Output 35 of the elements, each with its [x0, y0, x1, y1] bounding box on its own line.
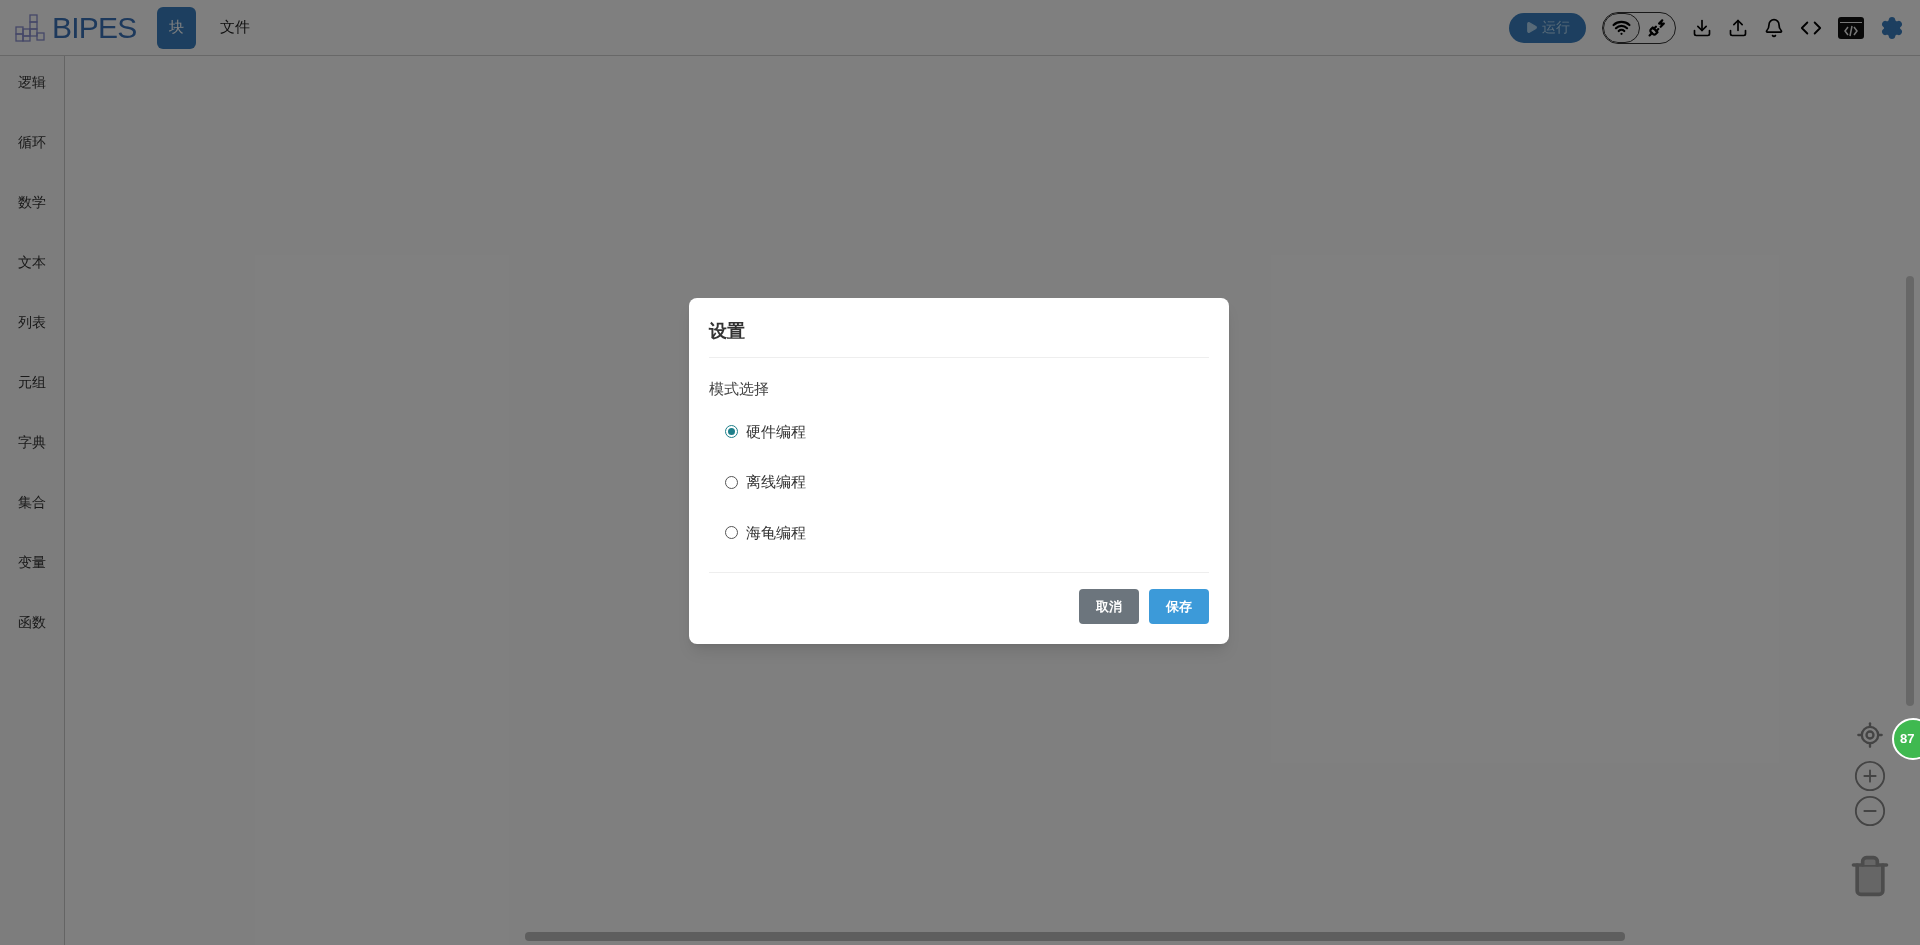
upload-icon[interactable] — [1728, 17, 1748, 38]
mode-radio-option[interactable]: 离线编程 — [725, 471, 806, 494]
dialog-button[interactable]: 取消 — [1079, 589, 1139, 624]
nav-tab[interactable]: 块 — [156, 6, 196, 49]
nav-tab[interactable]: 文件 — [207, 6, 262, 49]
category-item[interactable]: 逻辑 — [18, 70, 46, 94]
zoom-out-icon[interactable] — [1853, 794, 1887, 828]
wifi-toggle[interactable] — [1603, 12, 1640, 43]
category-item[interactable]: 变量 — [18, 550, 46, 574]
category-item[interactable]: 集合 — [18, 490, 46, 514]
category-item[interactable]: 文本 — [18, 250, 46, 274]
settings-icon[interactable] — [1880, 15, 1904, 40]
category-item[interactable]: 函数 — [18, 610, 46, 634]
dialog-title: 设置 — [709, 320, 746, 343]
recenter-icon[interactable] — [1856, 721, 1884, 749]
download-icon[interactable] — [1692, 17, 1712, 38]
category-item[interactable]: 字典 — [18, 430, 46, 454]
category-item[interactable]: 数学 — [18, 190, 46, 214]
cubes-logo-icon — [12, 12, 48, 43]
category-item[interactable]: 列表 — [18, 310, 46, 334]
zoom-in-icon[interactable] — [1853, 759, 1887, 793]
mode-radio-option[interactable]: 海龟编程 — [725, 521, 806, 544]
section-label: 模式选择 — [709, 379, 770, 399]
horizontal-scrollbar[interactable] — [525, 932, 1625, 941]
logo-text: BIPES — [52, 10, 137, 46]
code-window-icon[interactable] — [1838, 16, 1864, 39]
plug-icon — [1648, 18, 1667, 37]
bell-icon[interactable] — [1764, 17, 1784, 38]
category-item[interactable]: 循环 — [18, 130, 46, 154]
dialog-button[interactable]: 保存 — [1149, 589, 1209, 624]
category-item[interactable]: 元组 — [18, 370, 46, 394]
vertical-scrollbar[interactable] — [1906, 276, 1914, 706]
play-icon — [1525, 21, 1538, 34]
mode-radio-option[interactable]: 硬件编程 — [725, 420, 806, 443]
wifi-icon — [1612, 18, 1631, 37]
